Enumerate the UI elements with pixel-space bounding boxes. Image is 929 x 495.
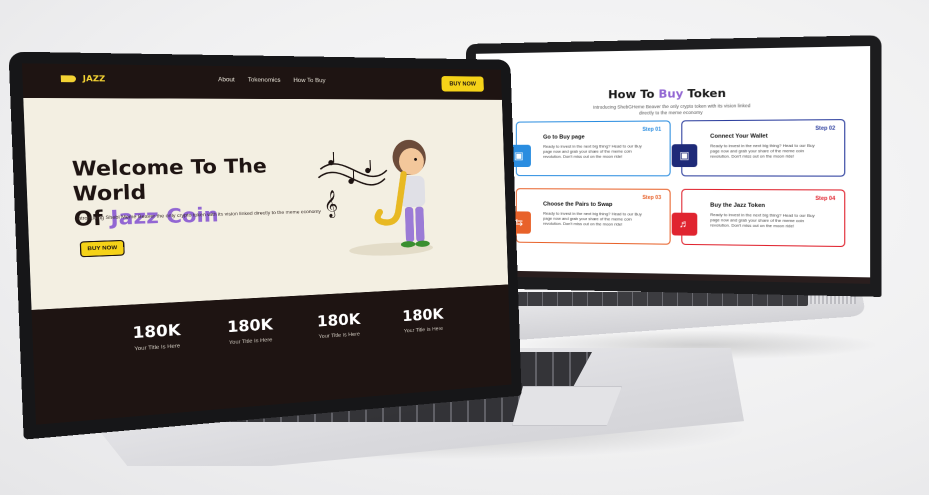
trumpet-icon: ♬ [671, 212, 698, 236]
svg-text:𝄞: 𝄞 [323, 190, 338, 218]
saxophone-player-illustration: 𝄞 [310, 139, 434, 258]
wallet-icon: ▣ [671, 144, 698, 168]
jazz-logo[interactable]: JAZZ [60, 74, 106, 84]
nav-link-tokenomics[interactable]: Tokenomics [248, 77, 281, 84]
hero-buy-now-button[interactable]: BUY NOW [79, 239, 125, 258]
nav-links: About Tokenomics How To Buy [218, 77, 336, 85]
step-card-3[interactable]: Step 03 ⇆ Choose the Pairs to Swap Ready… [506, 188, 671, 245]
stat-item: 180K Your Title Is Here [226, 316, 274, 347]
left-laptop-trackpad [512, 386, 622, 426]
stat-item: 180K Your Title Is Here [132, 321, 181, 353]
step-card-2[interactable]: Step 02 ▣ Connect Your Wallet Ready to i… [671, 119, 846, 177]
step-card-4[interactable]: Step 04 ♬ Buy the Jazz Token Ready to in… [671, 188, 846, 248]
nav-link-about[interactable]: About [218, 77, 235, 84]
how-to-buy-title: How To Buy Token [608, 86, 726, 102]
step-card-1[interactable]: Step 01 ▣ Go to Buy page Ready to invest… [506, 120, 671, 177]
how-to-buy-subtitle: Introducing ShebGHeme Beaver the only cr… [592, 102, 751, 116]
left-laptop-screen: JAZZ About Tokenomics How To Buy BUY NOW… [21, 63, 512, 425]
stat-item: 180K Your Title Is Here [402, 306, 444, 335]
nav-link-how-to-buy[interactable]: How To Buy [293, 78, 325, 85]
right-laptop-screen: How To Buy Token Introducing ShebGHeme B… [475, 46, 871, 284]
right-laptop-bezel: How To Buy Token Introducing ShebGHeme B… [466, 35, 882, 297]
right-screen-footer [475, 270, 871, 284]
trumpet-icon [60, 75, 77, 83]
stat-item: 180K Your Title Is Here [316, 311, 361, 341]
nav-buy-now-button[interactable]: BUY NOW [441, 76, 484, 92]
site-navbar: JAZZ About Tokenomics How To Buy BUY NOW [21, 63, 502, 100]
left-laptop-bezel: JAZZ About Tokenomics How To Buy BUY NOW… [8, 51, 522, 440]
